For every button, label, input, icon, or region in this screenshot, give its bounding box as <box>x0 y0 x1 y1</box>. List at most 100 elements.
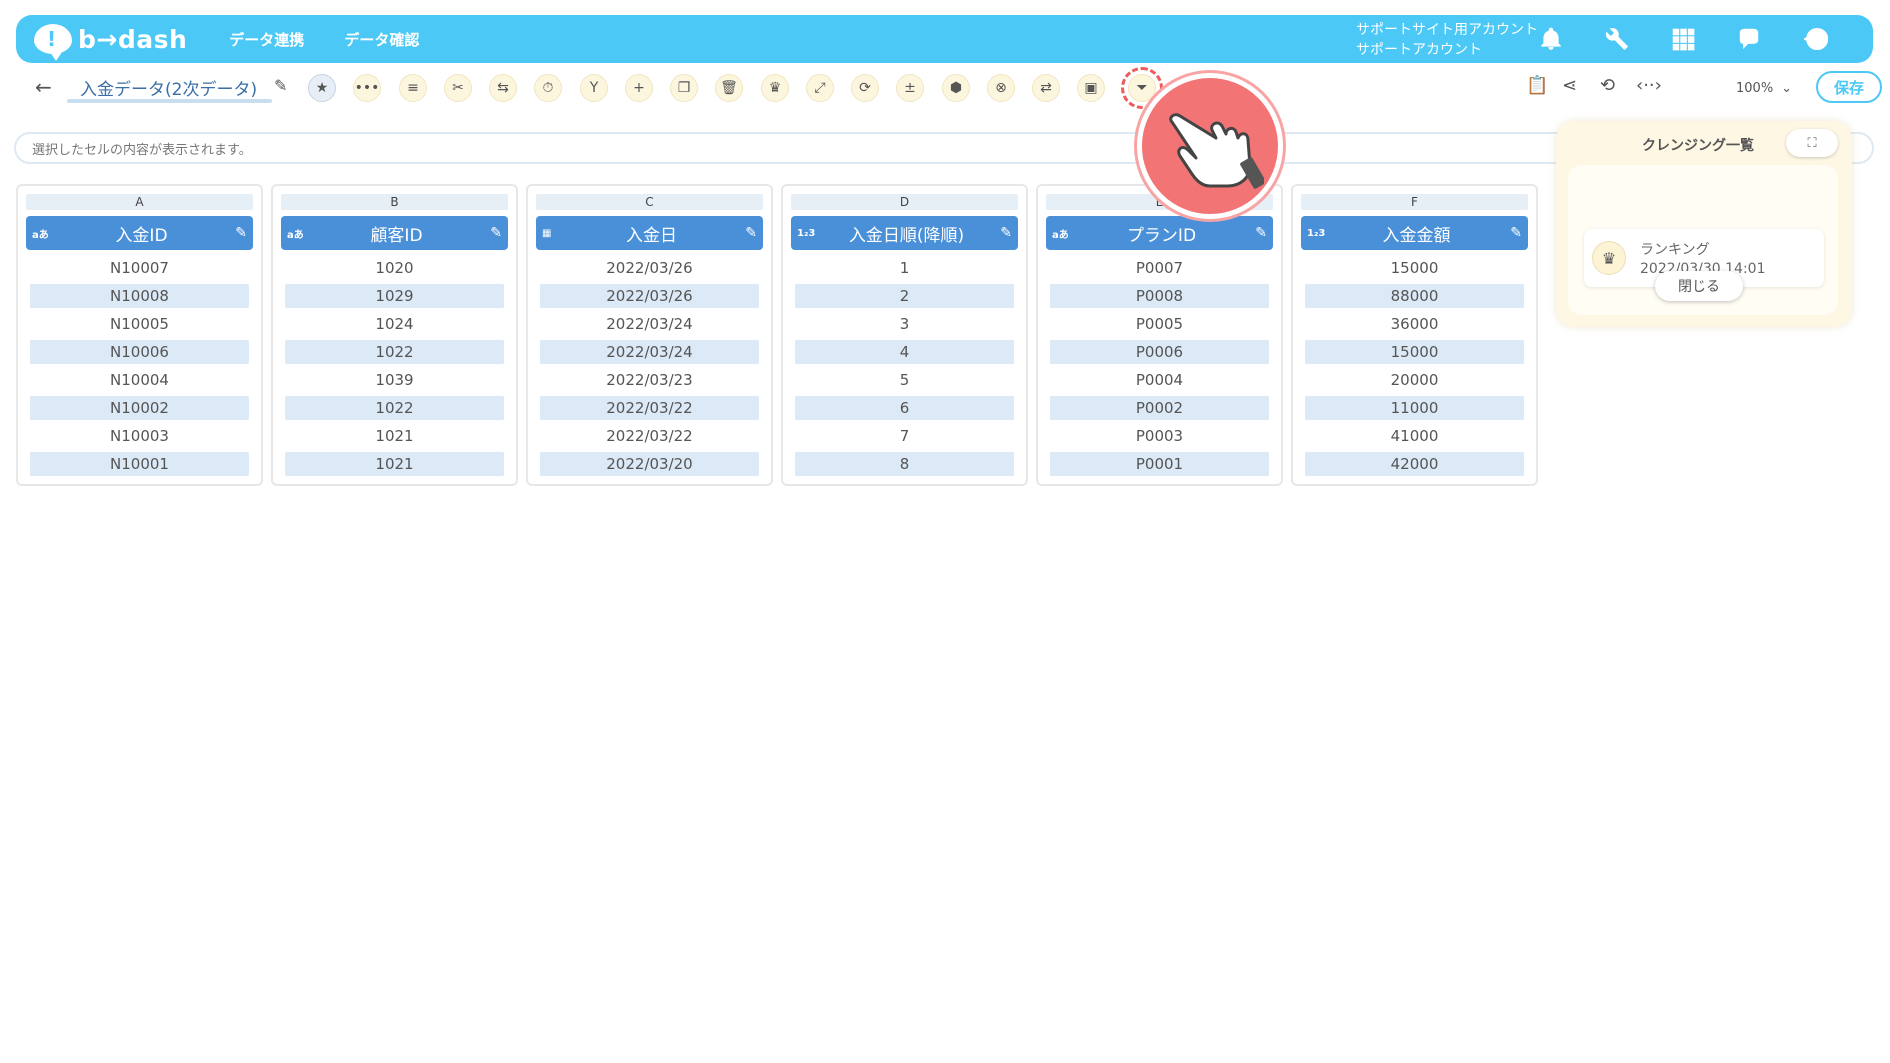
table-cell[interactable]: 1020 <box>285 256 504 280</box>
table-cell[interactable]: 11000 <box>1305 396 1524 420</box>
table-cell[interactable]: 41000 <box>1305 424 1524 448</box>
table-cell[interactable]: P0007 <box>1050 256 1269 280</box>
table-cell[interactable]: 2022/03/22 <box>540 396 759 420</box>
column-header[interactable]: ▦ 入金日 ✎ <box>536 216 763 250</box>
table-cell[interactable]: 1039 <box>285 368 504 392</box>
table-cell[interactable]: 2022/03/26 <box>540 284 759 308</box>
copy-icon[interactable]: ❐ <box>670 74 698 102</box>
table-cell[interactable]: 3 <box>795 312 1014 336</box>
plus-icon[interactable]: + <box>625 74 653 102</box>
box-icon[interactable]: ▣ <box>1077 74 1105 102</box>
pencil-icon[interactable]: ✎ <box>229 225 247 241</box>
code-icon[interactable]: ‹··› <box>1636 75 1662 96</box>
column-f[interactable]: F 1₂3 入金金額 ✎ 15000 88000 36000 15000 200… <box>1291 184 1538 486</box>
table-cell[interactable]: 42000 <box>1305 452 1524 476</box>
table-cell[interactable]: 6 <box>795 396 1014 420</box>
table-cell[interactable]: N10006 <box>30 340 249 364</box>
convert-icon[interactable]: ⇄ <box>1032 74 1060 102</box>
table-cell[interactable]: 8 <box>795 452 1014 476</box>
table-cell[interactable]: 1 <box>795 256 1014 280</box>
table-cell[interactable]: 7 <box>795 424 1014 448</box>
table-cell[interactable]: 20000 <box>1305 368 1524 392</box>
table-cell[interactable]: 2022/03/24 <box>540 312 759 336</box>
table-cell[interactable]: P0001 <box>1050 452 1269 476</box>
table-cell[interactable]: 2022/03/26 <box>540 256 759 280</box>
table-cell[interactable]: P0002 <box>1050 396 1269 420</box>
nav-link-data-check[interactable]: データ確認 <box>344 29 419 50</box>
column-c[interactable]: C ▦ 入金日 ✎ 2022/03/26 2022/03/26 2022/03/… <box>526 184 773 486</box>
bell-icon[interactable] <box>1533 21 1569 57</box>
fullscreen-icon[interactable]: ⛶ <box>1786 129 1838 157</box>
pencil-icon[interactable]: ✎ <box>739 225 757 241</box>
title-edit-pencil-icon[interactable]: ✎ <box>274 76 287 95</box>
table-cell[interactable]: N10004 <box>30 368 249 392</box>
table-cell[interactable]: 1021 <box>285 452 504 476</box>
table-cell[interactable]: 1021 <box>285 424 504 448</box>
table-cell[interactable]: 88000 <box>1305 284 1524 308</box>
table-cell[interactable]: 2022/03/20 <box>540 452 759 476</box>
calc-icon[interactable]: ± <box>896 74 924 102</box>
table-cell[interactable]: N10003 <box>30 424 249 448</box>
trash-icon[interactable]: 🗑 <box>715 74 743 102</box>
table-cell[interactable]: N10008 <box>30 284 249 308</box>
table-cell[interactable]: 2 <box>795 284 1014 308</box>
save-button[interactable]: 保存 <box>1816 71 1882 103</box>
column-header[interactable]: aあ 入金ID ✎ <box>26 216 253 250</box>
wrench-icon[interactable] <box>1599 21 1635 57</box>
table-cell[interactable]: 2022/03/22 <box>540 424 759 448</box>
nav-link-data-integration[interactable]: データ連携 <box>229 29 304 50</box>
column-header[interactable]: 1₂3 入金金額 ✎ <box>1301 216 1528 250</box>
grid-icon[interactable] <box>1665 21 1701 57</box>
branch-icon[interactable]: Y <box>580 74 608 102</box>
table-cell[interactable]: 1022 <box>285 396 504 420</box>
back-arrow-icon[interactable]: ← <box>35 75 52 99</box>
table-cell[interactable]: 36000 <box>1305 312 1524 336</box>
table-cell[interactable]: N10002 <box>30 396 249 420</box>
cancel-icon[interactable]: ⊗ <box>987 74 1015 102</box>
list-icon[interactable]: ≡ <box>399 74 427 102</box>
data-title[interactable]: 入金データ(2次データ) <box>80 75 257 100</box>
table-cell[interactable]: 4 <box>795 340 1014 364</box>
table-cell[interactable]: P0006 <box>1050 340 1269 364</box>
scissors-icon[interactable]: ✂ <box>444 74 472 102</box>
expand-icon[interactable]: ⤢ <box>806 74 834 102</box>
repeat-icon[interactable]: ⟳ <box>851 74 879 102</box>
crown-icon[interactable]: ♛ <box>761 74 789 102</box>
bag-icon[interactable]: ⬢ <box>942 74 970 102</box>
table-cell[interactable]: P0004 <box>1050 368 1269 392</box>
table-cell[interactable]: N10005 <box>30 312 249 336</box>
pencil-icon[interactable]: ✎ <box>1504 225 1522 241</box>
column-header[interactable]: aあ プランID ✎ <box>1046 216 1273 250</box>
column-b[interactable]: B aあ 顧客ID ✎ 1020 1029 1024 1022 1039 102… <box>271 184 518 486</box>
column-d[interactable]: D 1₂3 入金日順(降順) ✎ 1 2 3 4 5 6 7 8 <box>781 184 1028 486</box>
zoom-select[interactable]: 100% ⌄ <box>1700 73 1800 103</box>
table-cell[interactable]: 1022 <box>285 340 504 364</box>
table-cell[interactable]: P0008 <box>1050 284 1269 308</box>
table-cell[interactable]: 2022/03/23 <box>540 368 759 392</box>
clipboard-icon[interactable]: 📋 <box>1526 75 1548 96</box>
column-e[interactable]: E aあ プランID ✎ P0007 P0008 P0005 P0006 P00… <box>1036 184 1283 486</box>
pencil-icon[interactable]: ✎ <box>484 225 502 241</box>
column-header[interactable]: aあ 顧客ID ✎ <box>281 216 508 250</box>
column-a[interactable]: A aあ 入金ID ✎ N10007 N10008 N10005 N10006 … <box>16 184 263 486</box>
table-cell[interactable]: 15000 <box>1305 256 1524 280</box>
pencil-icon[interactable]: ✎ <box>994 225 1012 241</box>
merge-icon[interactable]: ⇆ <box>489 74 517 102</box>
table-cell[interactable]: N10007 <box>30 256 249 280</box>
pencil-icon[interactable]: ✎ <box>1249 225 1267 241</box>
close-button[interactable]: 閉じる <box>1655 271 1743 301</box>
logout-icon[interactable] <box>1797 21 1833 57</box>
table-cell[interactable]: 1024 <box>285 312 504 336</box>
refresh-icon[interactable]: ⟲ <box>1600 75 1615 96</box>
chat-bubble-icon[interactable] <box>1731 21 1767 57</box>
table-cell[interactable]: 5 <box>795 368 1014 392</box>
column-header[interactable]: 1₂3 入金日順(降順) ✎ <box>791 216 1018 250</box>
table-cell[interactable]: P0005 <box>1050 312 1269 336</box>
table-cell[interactable]: 1029 <box>285 284 504 308</box>
timer-icon[interactable]: ⏱ <box>534 74 562 102</box>
table-cell[interactable]: N10001 <box>30 452 249 476</box>
table-cell[interactable]: P0003 <box>1050 424 1269 448</box>
star-icon[interactable]: ★ <box>308 74 336 102</box>
table-cell[interactable]: 2022/03/24 <box>540 340 759 364</box>
logo[interactable]: ! b→dash <box>34 24 187 61</box>
